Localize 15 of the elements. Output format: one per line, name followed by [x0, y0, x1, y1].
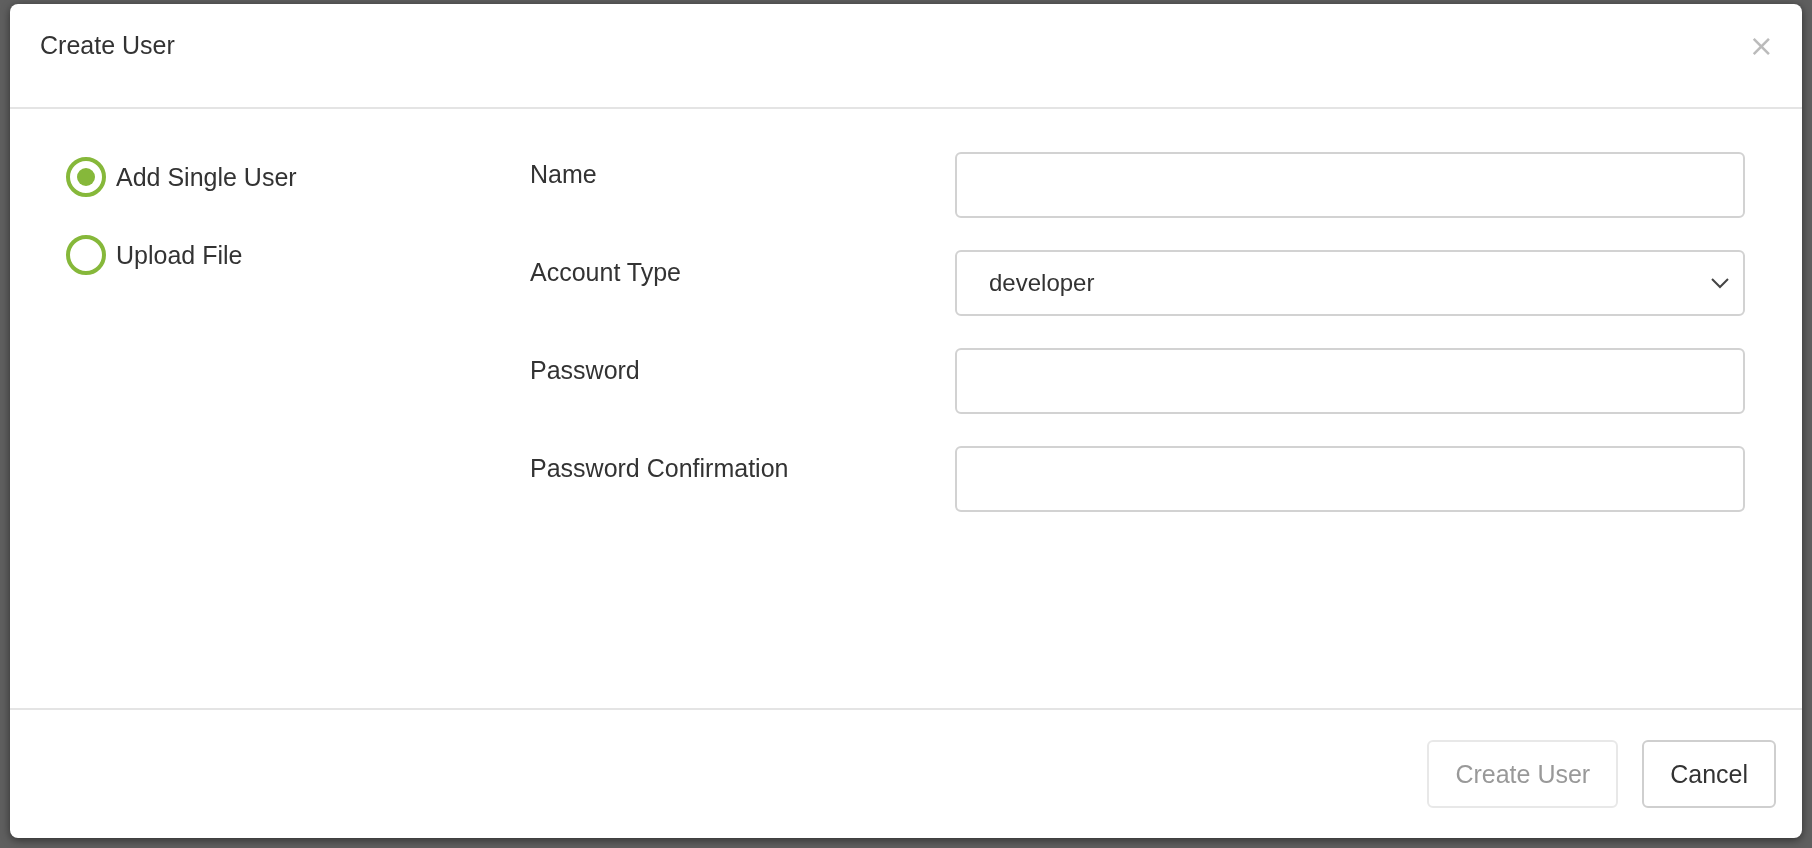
field-label: Password: [530, 355, 641, 386]
field-label: Account Type: [530, 257, 683, 288]
dialog-title: Create User: [40, 31, 175, 60]
account-type-dropdown[interactable]: developer: [955, 250, 1745, 316]
input-field[interactable]: [955, 446, 1745, 512]
radio-label[interactable]: Add Single User: [116, 162, 297, 192]
field-label: Password Confirmation: [530, 453, 790, 484]
input-field[interactable]: [955, 152, 1745, 218]
radio-label[interactable]: Upload File: [116, 240, 243, 270]
radio-button[interactable]: [66, 157, 106, 197]
radio-button[interactable]: [66, 235, 106, 275]
input-field[interactable]: [955, 348, 1745, 414]
field-label: Name: [530, 159, 598, 190]
chevron-down-icon: [1711, 277, 1729, 289]
dialog-button[interactable]: Cancel: [1642, 740, 1776, 808]
